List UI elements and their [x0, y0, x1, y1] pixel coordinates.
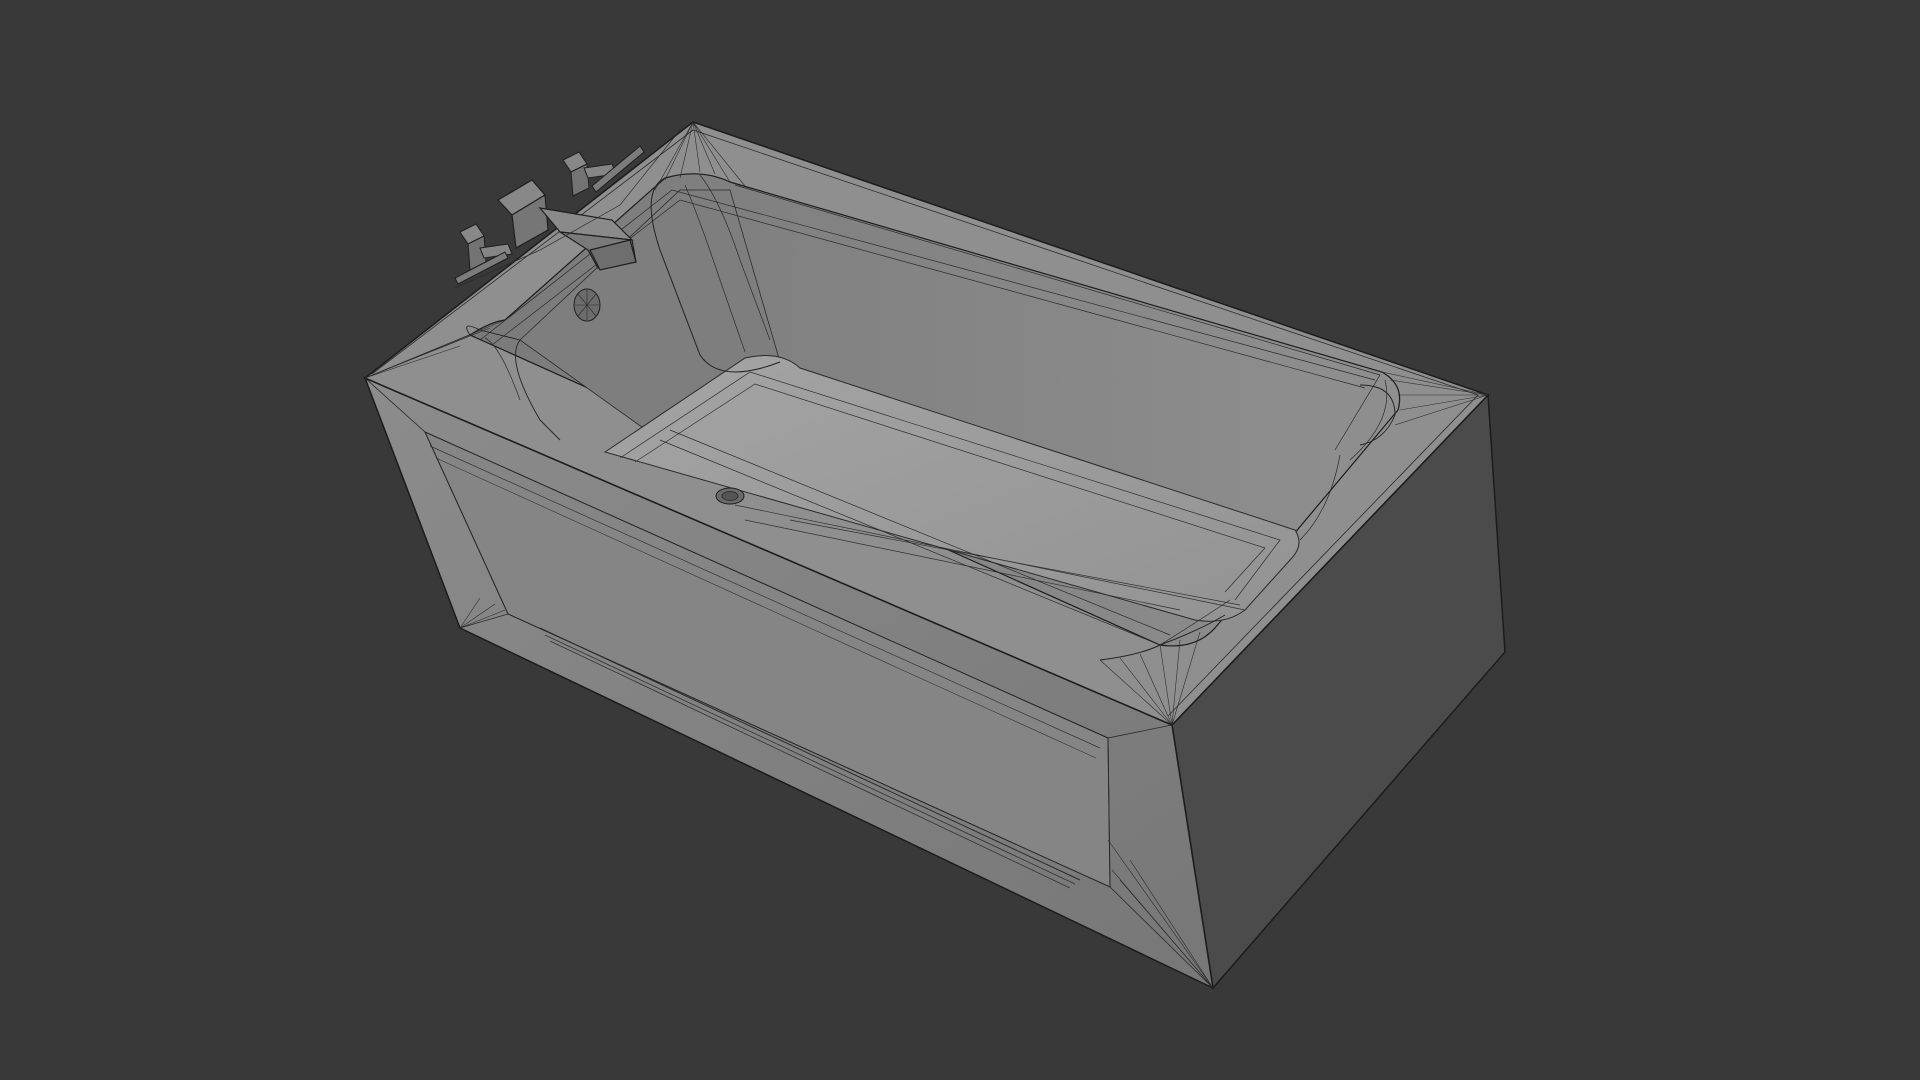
- overflow-cover: [573, 288, 601, 322]
- 3d-viewport[interactable]: [0, 0, 1920, 1080]
- drain: [715, 487, 745, 505]
- bathtub-model: [363, 121, 1506, 990]
